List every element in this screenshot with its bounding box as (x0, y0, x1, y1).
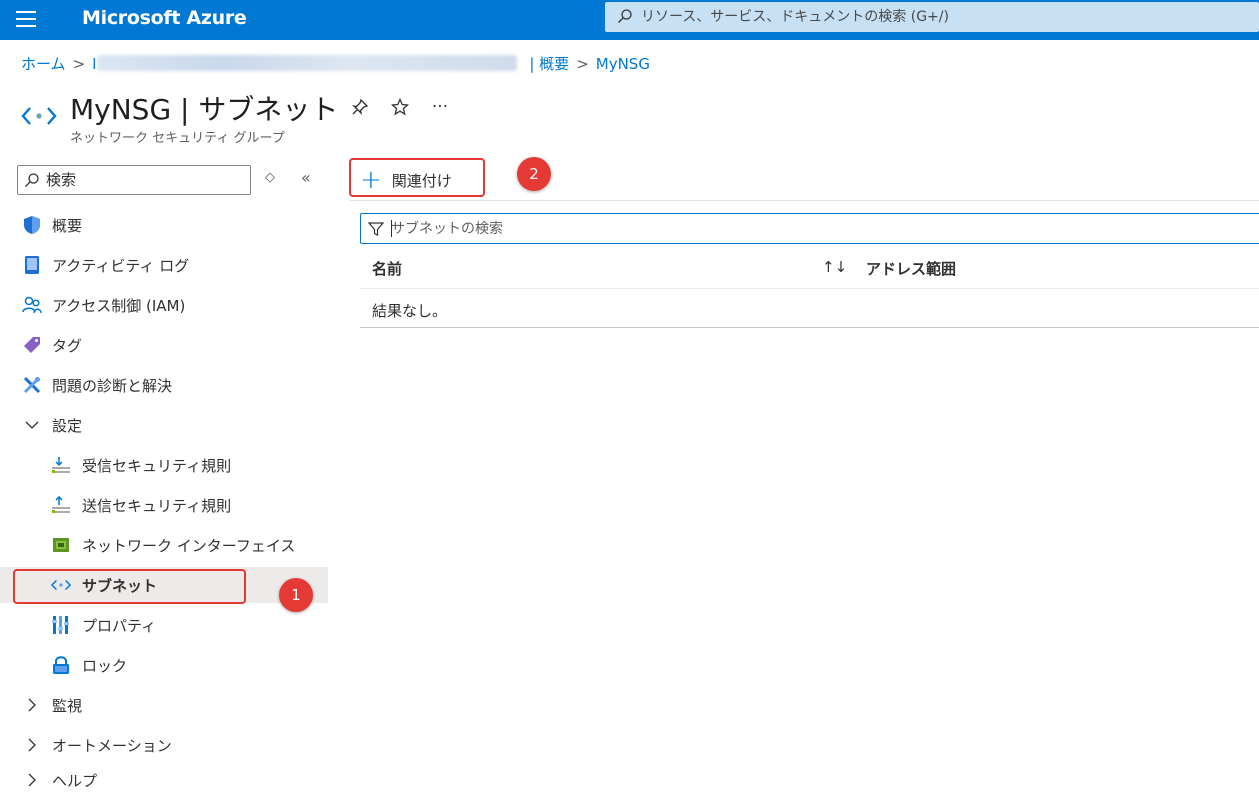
sidebar-item-iam[interactable]: アクセス制御 (IAM) (0, 287, 328, 323)
subnet-filter-box[interactable] (360, 213, 1259, 244)
subnet-filter-input[interactable] (391, 219, 891, 239)
sidebar-item-label: 問題の診断と解決 (52, 376, 173, 395)
sidebar-item-properties[interactable]: プロパティ (0, 607, 328, 643)
favorite-star-icon[interactable] (389, 96, 411, 118)
sidebar-expand-toggle-icon[interactable]: ◇ (265, 170, 275, 185)
column-header-name[interactable]: 名前 (372, 258, 402, 279)
activity-log-icon (22, 255, 42, 275)
sidebar-item-diagnose[interactable]: 問題の診断と解決 (0, 367, 328, 403)
chevron-down-icon (22, 415, 42, 435)
empty-results-text: 結果なし。 (372, 302, 448, 320)
breadcrumb-resource-group-prefix[interactable]: I (92, 55, 96, 73)
sort-icon[interactable]: ↑↓ (822, 258, 847, 276)
sidebar-item-label: オートメーション (52, 736, 172, 755)
people-icon (22, 295, 42, 315)
breadcrumb-current[interactable]: MyNSG (596, 55, 650, 73)
annotation-box-associate (349, 158, 485, 197)
sidebar-item-label: タグ (52, 336, 83, 355)
title-actions: ··· (349, 96, 451, 118)
sidebar-item-label: 監視 (52, 696, 83, 715)
breadcrumb: ホーム > I | 概要 > MyNSG (21, 53, 650, 75)
global-search-input[interactable] (641, 6, 1241, 28)
search-icon (618, 9, 632, 23)
sidebar-search-box[interactable] (17, 165, 251, 195)
sidebar-item-locks[interactable]: ロック (0, 647, 328, 683)
sidebar-item-label: 送信セキュリティ規則 (82, 496, 232, 515)
tag-icon (22, 335, 42, 355)
sidebar-group-help[interactable]: ヘルプ (0, 762, 328, 798)
sidebar-item-activity-log[interactable]: アクティビティ ログ (0, 247, 328, 283)
chevron-right-icon (22, 735, 42, 755)
table-header-divider (360, 288, 1259, 289)
search-icon (25, 173, 39, 187)
sidebar-search-input[interactable] (46, 170, 246, 190)
sidebar-item-overview[interactable]: 概要 (0, 207, 328, 243)
sidebar-item-label: ロック (82, 656, 128, 675)
sidebar-item-label: 受信セキュリティ規則 (82, 456, 232, 475)
sidebar-item-label: 概要 (52, 216, 83, 235)
pin-icon[interactable] (349, 96, 371, 118)
network-interface-icon (51, 535, 71, 555)
breadcrumb-home[interactable]: ホーム (21, 55, 66, 73)
sidebar-item-network-interfaces[interactable]: ネットワーク インターフェイス (0, 527, 328, 563)
sidebar-item-label: プロパティ (82, 616, 157, 635)
sidebar-group-automation[interactable]: オートメーション (0, 727, 328, 763)
global-search-box[interactable] (605, 2, 1259, 32)
sidebar-item-label: 設定 (52, 416, 83, 435)
filter-icon (368, 222, 384, 236)
column-header-address-range[interactable]: アドレス範囲 (866, 258, 956, 279)
page-title: MyNSG | サブネット (70, 93, 339, 126)
shield-icon (22, 215, 42, 235)
inbound-rules-icon (51, 455, 71, 475)
table-bottom-divider (360, 327, 1259, 328)
hamburger-menu-icon[interactable] (16, 11, 36, 29)
portal-brand[interactable]: Microsoft Azure (82, 7, 247, 29)
annotation-badge-2: 2 (517, 157, 551, 191)
properties-icon (51, 615, 71, 635)
more-options-icon[interactable]: ··· (429, 96, 451, 118)
chevron-right-icon (22, 770, 42, 790)
sidebar-item-label: アクティビティ ログ (52, 256, 190, 275)
sidebar-item-label: アクセス制御 (IAM) (52, 296, 186, 315)
breadcrumb-separator: > (576, 55, 589, 73)
page-subtitle: ネットワーク セキュリティ グループ (70, 131, 285, 146)
top-bar: Microsoft Azure (0, 0, 1259, 40)
sidebar-group-monitoring[interactable]: 監視 (0, 687, 328, 723)
outbound-rules-icon (51, 495, 71, 515)
annotation-badge-1: 1 (279, 578, 313, 612)
nsg-resource-icon (21, 107, 57, 125)
sidebar-group-settings[interactable]: 設定 (0, 407, 328, 443)
command-bar-divider (350, 200, 1259, 201)
sidebar-item-tags[interactable]: タグ (0, 327, 328, 363)
sidebar-item-label: ネットワーク インターフェイス (82, 536, 296, 555)
chevron-right-icon (22, 695, 42, 715)
sidebar-item-outbound-rules[interactable]: 送信セキュリティ規則 (0, 487, 328, 523)
breadcrumb-redacted-resource-group[interactable] (96, 55, 517, 71)
breadcrumb-overview[interactable]: | 概要 (529, 55, 569, 73)
sidebar-item-label: ヘルプ (52, 771, 98, 790)
lock-icon (51, 655, 71, 675)
sidebar-collapse-icon[interactable]: « (301, 168, 311, 187)
annotation-box-subnets (13, 569, 246, 604)
breadcrumb-separator: > (72, 55, 86, 73)
sidebar-item-inbound-rules[interactable]: 受信セキュリティ規則 (0, 447, 328, 483)
wrench-icon (22, 375, 42, 395)
